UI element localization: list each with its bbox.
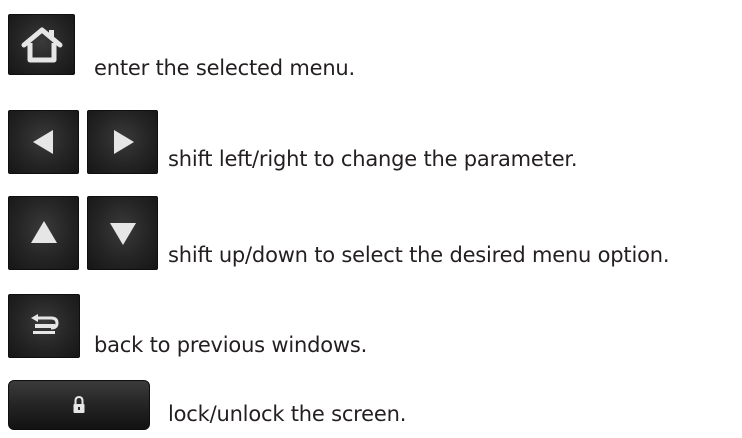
lock-button[interactable] [8,380,150,430]
left-right-description: shift left/right to change the parameter… [168,147,578,171]
down-button[interactable] [87,196,158,270]
home-description: enter the selected menu. [94,56,356,80]
home-icon [21,27,62,62]
lock-description: lock/unlock the screen. [168,402,407,426]
down-arrow-icon [109,223,136,245]
back-icon [31,314,59,334]
up-button[interactable] [8,196,79,270]
home-button[interactable] [8,14,75,75]
left-button[interactable] [8,110,79,174]
left-arrow-icon [32,130,53,154]
right-button[interactable] [87,110,158,174]
up-arrow-icon [30,221,57,243]
back-description: back to previous windows. [94,333,368,357]
right-arrow-icon [113,130,134,154]
up-down-description: shift up/down to select the desired menu… [168,243,670,267]
back-button[interactable] [8,294,80,358]
lock-icon [73,395,85,413]
